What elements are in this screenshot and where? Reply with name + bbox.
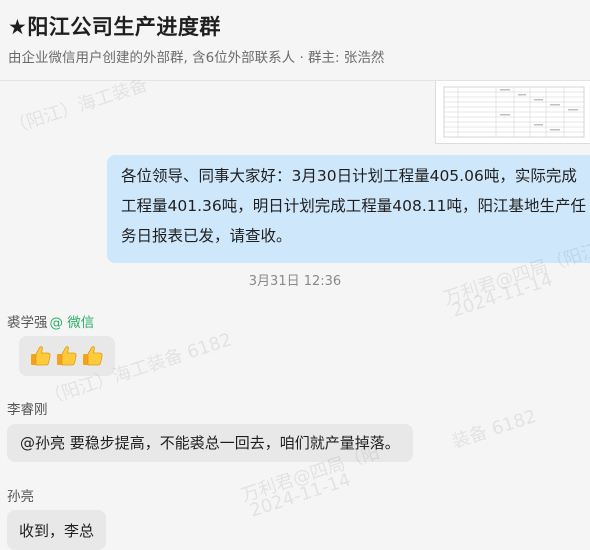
group-subtitle: 由企业微信用户创建的外部群, 含6位外部联系人 · 群主: 张浩然 xyxy=(8,50,385,66)
sender-name-text[interactable]: 裘学强 xyxy=(7,315,48,331)
chat-area[interactable]: 各位领导、同事大家好：3月30日计划工程量405.06吨，实际完成 工程量401… xyxy=(0,80,590,550)
message-bubble[interactable]: 收到，李总 xyxy=(7,510,107,550)
thumbs-up-icon xyxy=(57,346,77,366)
report-image-thumbnail[interactable] xyxy=(435,80,590,144)
thumbs-up-icon xyxy=(83,346,103,366)
message-line: 各位领导、同事大家好：3月30日计划工程量405.06吨，实际完成 xyxy=(121,167,577,185)
wechat-source-tag: @ 微信 xyxy=(49,315,95,331)
message-line: 务日报表已发，请查收。 xyxy=(121,227,292,245)
group-title[interactable]: ★阳江公司生产进度群 xyxy=(8,11,221,41)
sender-name[interactable]: 李睿刚 xyxy=(7,398,48,418)
thumbs-up-bubble[interactable] xyxy=(19,336,115,376)
watermark: 2024-11-14 xyxy=(247,469,354,522)
watermark: 装备 6182 xyxy=(449,405,540,453)
sender-name: 裘学强 @ 微信 xyxy=(7,311,94,331)
message-line: 工程量401.36吨，明日计划完成工程量408.11吨，阳江基地生产任 xyxy=(121,197,586,215)
spreadsheet-icon xyxy=(443,86,585,138)
sender-name[interactable]: 孙亮 xyxy=(7,485,34,505)
watermark: （阳江）海工装备 xyxy=(6,80,151,139)
chat-header: ★阳江公司生产进度群 由企业微信用户创建的外部群, 含6位外部联系人 · 群主:… xyxy=(0,0,590,81)
thumbs-up-icon xyxy=(31,346,51,366)
my-message-bubble[interactable]: 各位领导、同事大家好：3月30日计划工程量405.06吨，实际完成 工程量401… xyxy=(107,155,590,263)
message-timestamp: 3月31日 12:36 xyxy=(248,274,342,289)
message-bubble[interactable]: @孙亮 要稳步提高，不能裘总一回去，咱们就产量掉落。 xyxy=(7,424,413,462)
